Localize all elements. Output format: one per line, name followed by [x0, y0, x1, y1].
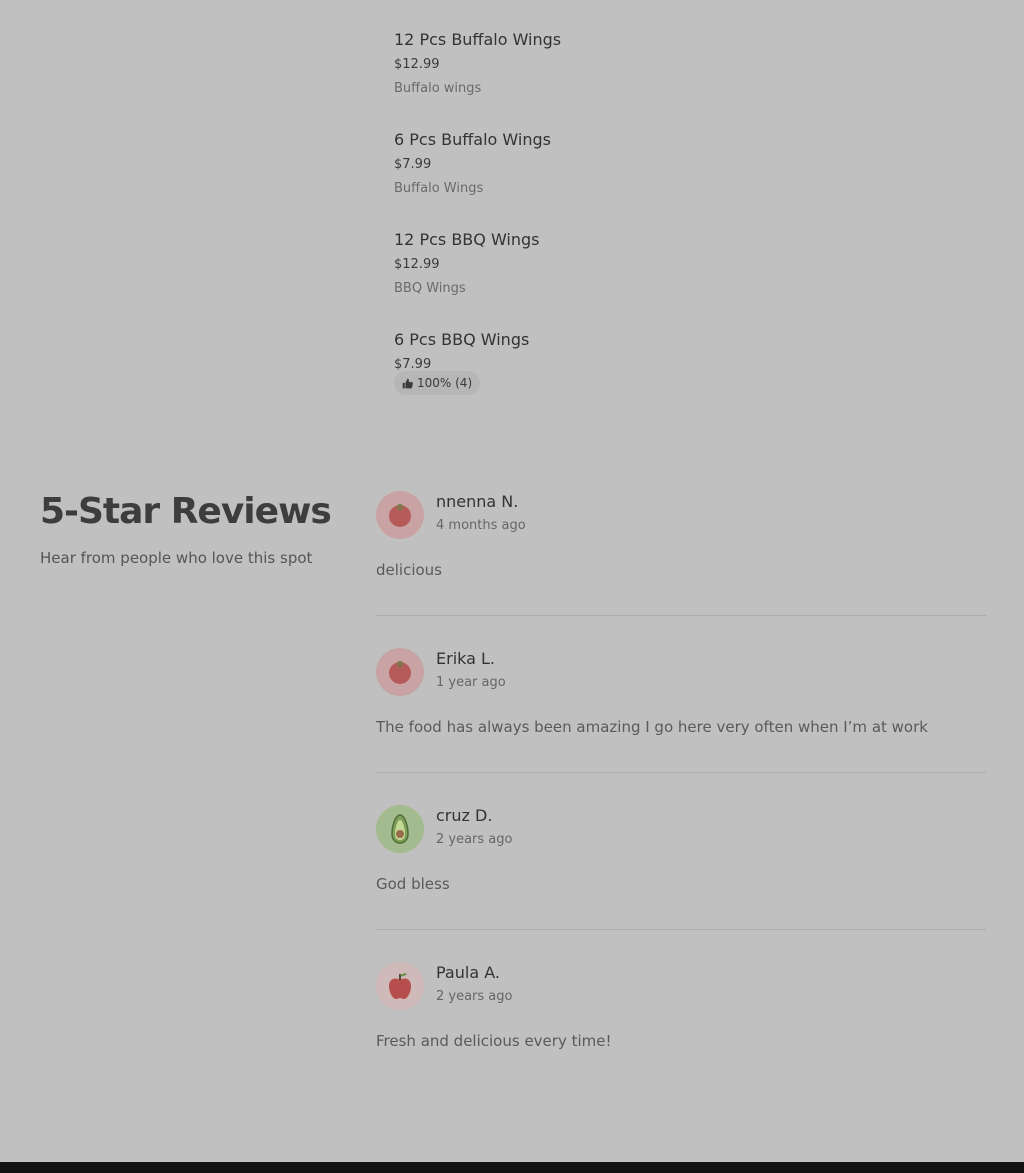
- divider: [376, 929, 986, 930]
- reviews-subheading: Hear from people who love this spot: [40, 549, 313, 567]
- menu-item-12-bbq-wings[interactable]: 12 Pcs BBQ Wings $12.99 BBQ Wings: [394, 212, 954, 308]
- avatar: [376, 648, 424, 696]
- review-time: 2 years ago: [436, 832, 513, 847]
- menu-item-6-bbq-wings[interactable]: 6 Pcs BBQ Wings $7.99: [394, 312, 954, 408]
- menu-item-12-buffalo-wings[interactable]: 12 Pcs Buffalo Wings $12.99 Buffalo wing…: [394, 12, 954, 108]
- review-text: The food has always been amazing I go he…: [376, 718, 928, 736]
- avocado-icon: [388, 813, 412, 845]
- avatar: [376, 805, 424, 853]
- menu-item-description: Buffalo wings: [394, 81, 482, 96]
- thumbs-up-icon: [402, 378, 413, 389]
- reviewer-name: nnenna N.: [436, 492, 519, 511]
- footer-bar: [0, 1162, 1024, 1173]
- rating-badge: 100% (4): [394, 371, 481, 395]
- review-text: God bless: [376, 875, 450, 893]
- review-time: 1 year ago: [436, 675, 506, 690]
- menu-item-name: 12 Pcs BBQ Wings: [394, 230, 540, 249]
- menu-item-description: Buffalo Wings: [394, 181, 484, 196]
- rating-value: 100% (4): [417, 376, 473, 390]
- tomato-icon: [387, 659, 413, 685]
- menu-item-name: 6 Pcs Buffalo Wings: [394, 130, 551, 149]
- review-time: 4 months ago: [436, 518, 526, 533]
- menu-item-price: $12.99: [394, 57, 440, 72]
- reviewer-name: Paula A.: [436, 963, 500, 982]
- menu-item-price: $12.99: [394, 257, 440, 272]
- divider: [376, 772, 986, 773]
- avatar: [376, 962, 424, 1010]
- menu-item-6-buffalo-wings[interactable]: 6 Pcs Buffalo Wings $7.99 Buffalo Wings: [394, 112, 954, 208]
- reviewer-name: cruz D.: [436, 806, 493, 825]
- menu-item-price: $7.99: [394, 157, 432, 172]
- menu-item-description: BBQ Wings: [394, 281, 466, 296]
- review-text: Fresh and delicious every time!: [376, 1032, 612, 1050]
- avatar: [376, 491, 424, 539]
- menu-item-name: 6 Pcs BBQ Wings: [394, 330, 530, 349]
- reviews-heading: 5-Star Reviews: [40, 491, 332, 532]
- review-text: delicious: [376, 561, 442, 579]
- divider: [376, 615, 986, 616]
- menu-item-name: 12 Pcs Buffalo Wings: [394, 30, 562, 49]
- reviewer-name: Erika L.: [436, 649, 496, 668]
- tomato-icon: [387, 502, 413, 528]
- review-time: 2 years ago: [436, 989, 513, 1004]
- apple-icon: [386, 971, 414, 1001]
